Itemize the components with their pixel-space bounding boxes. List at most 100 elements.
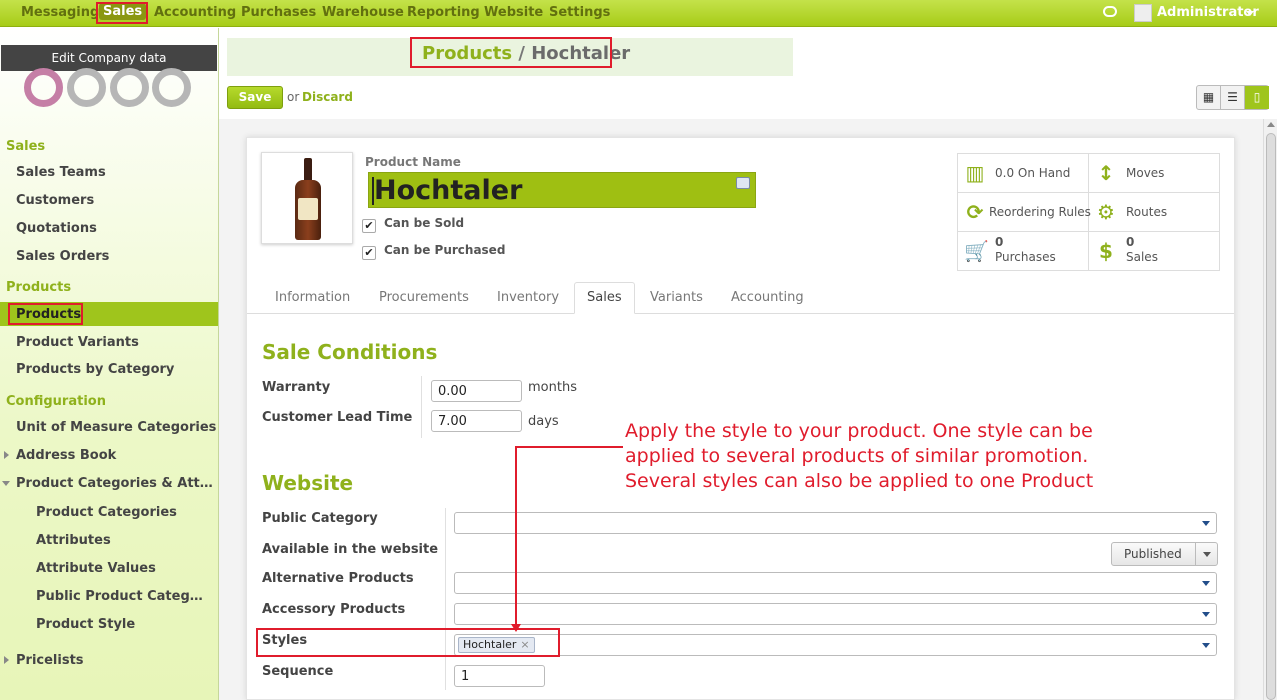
dropdown-arrow-icon (1202, 521, 1210, 526)
menu-reporting[interactable]: Reporting (407, 5, 480, 20)
sidebar-item-quotations[interactable]: Quotations (16, 221, 97, 236)
routes-button[interactable]: ⚙ Routes (1089, 193, 1220, 232)
kanban-view-icon[interactable]: ▦ (1197, 86, 1221, 109)
menu-website[interactable]: Website (484, 5, 543, 20)
sequence-input[interactable]: 1 (454, 665, 545, 687)
sales-count: 0 (1126, 235, 1135, 249)
label-divider (421, 376, 422, 438)
purchases-label: Purchases (995, 250, 1056, 264)
can-be-sold-checkbox[interactable]: ✔ (362, 219, 376, 233)
annotation-line: applied to several products of similar p… (625, 445, 1089, 467)
on-hand-button[interactable]: ▥ 0.0 On Hand (958, 154, 1089, 193)
sidebar-section-configuration: Configuration (6, 394, 106, 409)
lead-time-unit: days (528, 414, 559, 429)
refresh-icon: ⟳ (966, 200, 984, 224)
product-name-value: Hochtaler (374, 175, 523, 206)
published-button[interactable]: Published (1111, 542, 1218, 566)
annotation-arrow-line (515, 446, 517, 626)
product-image[interactable] (261, 152, 353, 244)
sidebar-item-product-categories-attributes[interactable]: Product Categories & Att… (16, 476, 213, 491)
sidebar-item-product-variants[interactable]: Product Variants (16, 335, 139, 350)
label-divider (445, 508, 446, 690)
sales-button[interactable]: $ 0 Sales (1089, 232, 1220, 271)
dollar-icon: $ (1099, 239, 1113, 263)
website-heading: Website (262, 471, 354, 495)
warranty-input[interactable]: 0.00 (431, 380, 522, 402)
moves-button[interactable]: ↕ Moves (1089, 154, 1220, 193)
tab-procurements[interactable]: Procurements (379, 290, 469, 305)
annotation-line: Several styles can also be applied to on… (625, 470, 1094, 492)
sidebar-item-public-product-categories[interactable]: Public Product Categ… (36, 589, 203, 604)
tab-accounting[interactable]: Accounting (731, 290, 804, 305)
annotation-highlight-styles (256, 628, 560, 657)
purchases-button[interactable]: 🛒 0 Purchases (958, 232, 1089, 271)
product-name-label: Product Name (365, 155, 461, 169)
sidebar-item-pricelists[interactable]: Pricelists (16, 653, 84, 668)
chevron-right-icon[interactable] (4, 451, 9, 459)
menu-purchases[interactable]: Purchases (241, 5, 316, 20)
alternative-products-label: Alternative Products (262, 571, 414, 586)
menu-messaging[interactable]: Messaging (21, 5, 99, 20)
company-logo (24, 68, 194, 108)
sidebar-item-sales-orders[interactable]: Sales Orders (16, 249, 109, 264)
annotation-line: Apply the style to your product. One sty… (625, 420, 1093, 442)
sidebar-item-uom-categories[interactable]: Unit of Measure Categories (16, 420, 216, 435)
sidebar-item-product-style[interactable]: Product Style (36, 617, 135, 632)
lead-time-input[interactable]: 7.00 (431, 410, 522, 432)
annotation-highlight-sales-menu (96, 2, 148, 24)
building-icon: ▥ (965, 161, 985, 185)
list-view-icon[interactable]: ☰ (1221, 86, 1245, 109)
styles-select[interactable]: Hochtaler × (454, 634, 1217, 656)
moves-label: Moves (1126, 166, 1165, 180)
public-category-label: Public Category (262, 511, 378, 526)
annotation-note: Apply the style to your product. One sty… (625, 419, 1185, 494)
dropdown-arrow-icon (1202, 612, 1210, 617)
chevron-down-icon[interactable] (1246, 11, 1254, 16)
public-category-select[interactable] (454, 512, 1217, 534)
chevron-down-icon[interactable] (2, 481, 10, 486)
discard-button[interactable]: Discard (302, 90, 353, 104)
routes-label: Routes (1126, 205, 1168, 219)
can-be-purchased-checkbox[interactable]: ✔ (362, 246, 376, 260)
product-name-input[interactable]: Hochtaler (368, 172, 756, 208)
customer-lead-time-label: Customer Lead Time (262, 410, 413, 425)
sidebar-item-customers[interactable]: Customers (16, 193, 94, 208)
sidebar-item-attribute-values[interactable]: Attribute Values (36, 561, 156, 576)
warranty-unit: months (528, 380, 577, 395)
user-avatar[interactable] (1134, 4, 1152, 22)
arrows-vertical-icon: ↕ (1097, 161, 1115, 185)
sidebar-item-attributes[interactable]: Attributes (36, 533, 111, 548)
or-text: or (287, 90, 300, 104)
annotation-arrow-line (515, 446, 623, 448)
sidebar-item-address-book[interactable]: Address Book (16, 448, 116, 463)
published-label: Published (1124, 547, 1182, 561)
sidebar-item-products-by-category[interactable]: Products by Category (16, 362, 174, 377)
sales-label: Sales (1126, 250, 1158, 264)
menu-accounting[interactable]: Accounting (154, 5, 236, 20)
user-menu[interactable]: Administrator (1157, 5, 1259, 20)
chat-icon[interactable] (1103, 6, 1117, 17)
sidebar-item-product-categories[interactable]: Product Categories (36, 505, 177, 520)
translate-icon[interactable] (736, 177, 750, 189)
sidebar-item-sales-teams[interactable]: Sales Teams (16, 165, 106, 180)
accessory-products-select[interactable] (454, 603, 1217, 625)
tab-variants[interactable]: Variants (650, 290, 703, 305)
chevron-right-icon[interactable] (4, 656, 9, 664)
tab-sales[interactable]: Sales (574, 282, 635, 314)
alternative-products-select[interactable] (454, 572, 1217, 594)
save-button[interactable]: Save (227, 86, 283, 109)
shopping-cart-icon: 🛒 (964, 239, 989, 263)
reordering-rules-button[interactable]: ⟳ Reordering Rules (958, 193, 1091, 232)
warranty-label: Warranty (262, 380, 331, 395)
dropdown-arrow-icon (1202, 581, 1210, 586)
purchases-count: 0 (995, 235, 1004, 249)
menu-warehouse[interactable]: Warehouse (322, 5, 404, 20)
chevron-down-icon[interactable] (1203, 552, 1211, 557)
smart-buttons: ▥ 0.0 On Hand ↕ Moves ⟳ Reordering Rules… (957, 153, 1220, 271)
annotation-highlight-breadcrumb (410, 37, 612, 68)
menu-settings[interactable]: Settings (549, 5, 610, 20)
scrollbar[interactable] (1263, 119, 1277, 700)
tab-information[interactable]: Information (275, 290, 350, 305)
form-view-icon[interactable]: ▯ (1245, 86, 1269, 109)
tab-inventory[interactable]: Inventory (497, 290, 559, 305)
